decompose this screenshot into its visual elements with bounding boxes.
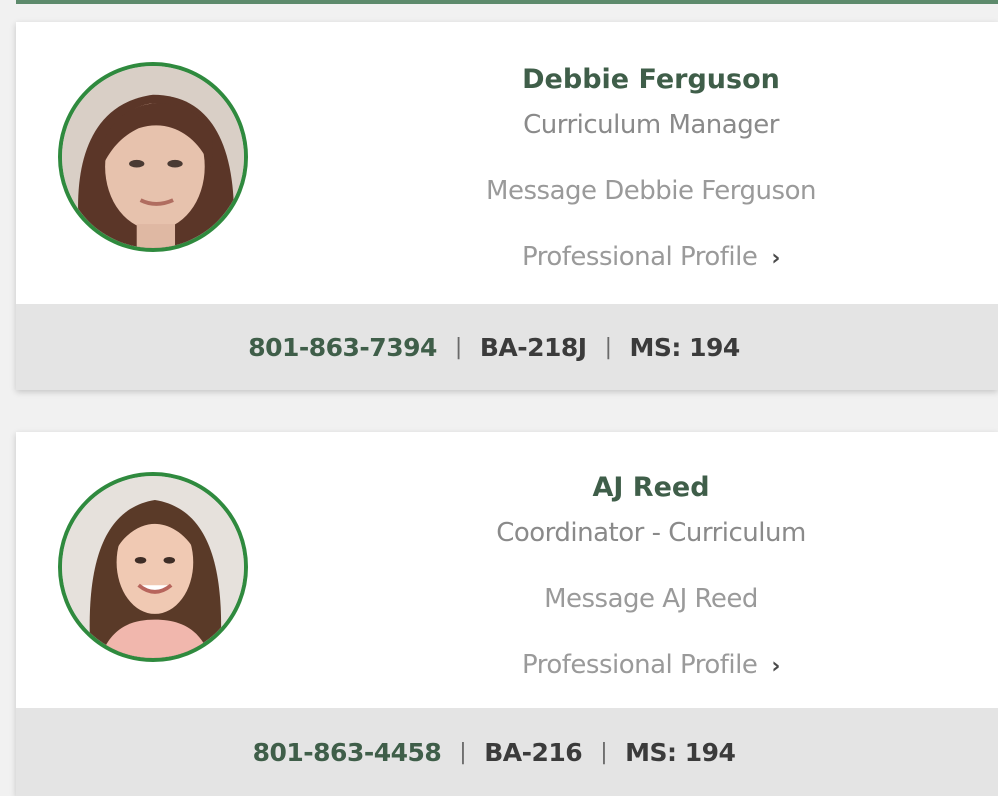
contact-info: AJ Reed Coordinator - Curriculum Message… — [416, 470, 886, 684]
contact-card-body: AJ Reed Coordinator - Curriculum Message… — [16, 432, 998, 708]
room-number: BA-216 — [484, 737, 583, 767]
avatar-photo — [62, 476, 244, 658]
mailstop: MS: 194 — [629, 332, 741, 362]
chevron-right-icon: › — [771, 654, 780, 679]
separator: | — [604, 334, 612, 360]
avatar — [58, 472, 248, 662]
room-number: BA-218J — [479, 332, 587, 362]
avatar-photo — [62, 66, 244, 248]
separator: | — [600, 739, 608, 765]
contact-footer: 801-863-7394 | BA-218J | MS: 194 — [16, 304, 998, 390]
contact-card: AJ Reed Coordinator - Curriculum Message… — [16, 432, 998, 796]
contact-info: Debbie Ferguson Curriculum Manager Messa… — [416, 62, 886, 276]
contact-title: Coordinator - Curriculum — [496, 518, 806, 548]
chevron-right-icon: › — [771, 246, 780, 271]
message-contact-link[interactable]: Message Debbie Ferguson — [416, 174, 886, 208]
separator: | — [459, 739, 467, 765]
contact-name: AJ Reed — [592, 472, 710, 503]
separator: | — [454, 334, 462, 360]
message-contact-link[interactable]: Message AJ Reed — [416, 582, 886, 616]
mailstop: MS: 194 — [625, 737, 736, 767]
professional-profile-link[interactable]: Professional Profile › — [416, 240, 886, 276]
professional-profile-link[interactable]: Professional Profile › — [416, 648, 886, 684]
contact-footer: 801-863-4458 | BA-216 | MS: 194 — [16, 708, 998, 796]
staff-directory-page: Debbie Ferguson Curriculum Manager Messa… — [0, 0, 998, 796]
professional-profile-label: Professional Profile — [522, 650, 758, 680]
contact-name: Debbie Ferguson — [522, 64, 780, 95]
professional-profile-label: Professional Profile — [522, 242, 758, 272]
avatar — [58, 62, 248, 252]
contact-title: Curriculum Manager — [523, 110, 779, 140]
phone-number[interactable]: 801-863-4458 — [253, 738, 442, 767]
contact-card: Debbie Ferguson Curriculum Manager Messa… — [16, 22, 998, 390]
contact-card-body: Debbie Ferguson Curriculum Manager Messa… — [16, 22, 998, 304]
top-divider — [16, 0, 998, 4]
phone-number[interactable]: 801-863-7394 — [248, 333, 437, 362]
